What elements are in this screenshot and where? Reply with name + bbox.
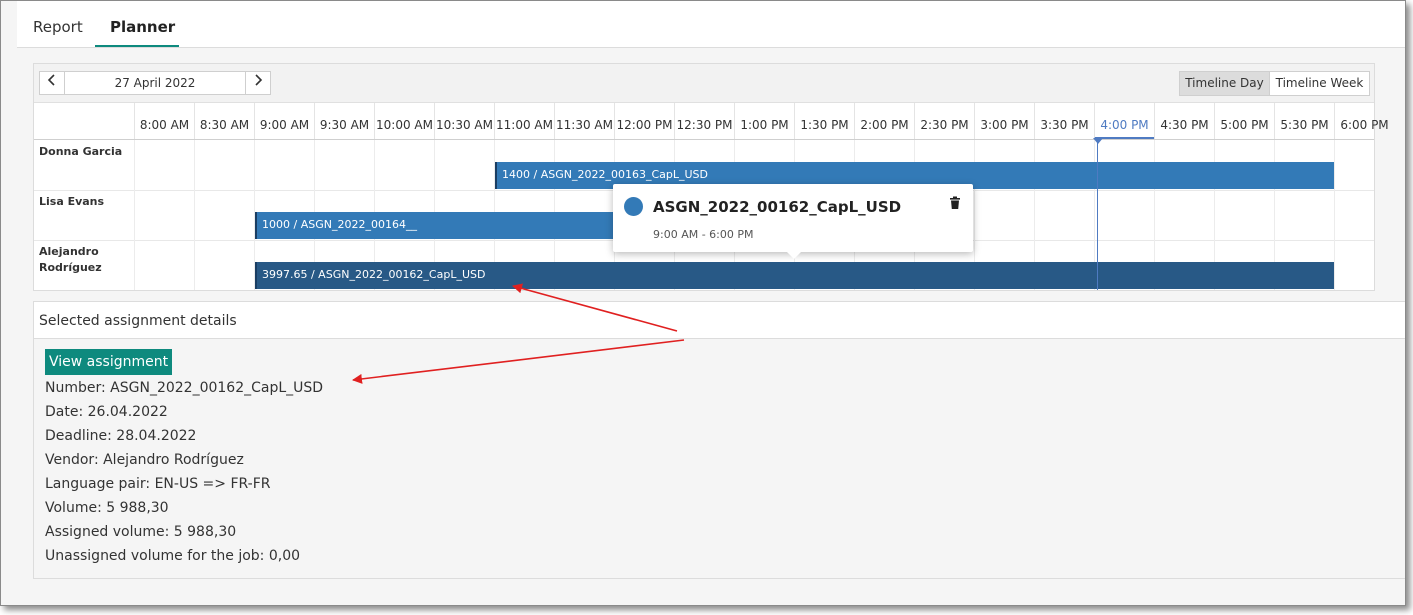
annotation-arrow [512,283,678,332]
app-window: Report Planner 27 April 2022 Timeline Da… [0,0,1406,606]
annotation-arrow [352,339,685,384]
annotation-arrows [352,283,685,384]
